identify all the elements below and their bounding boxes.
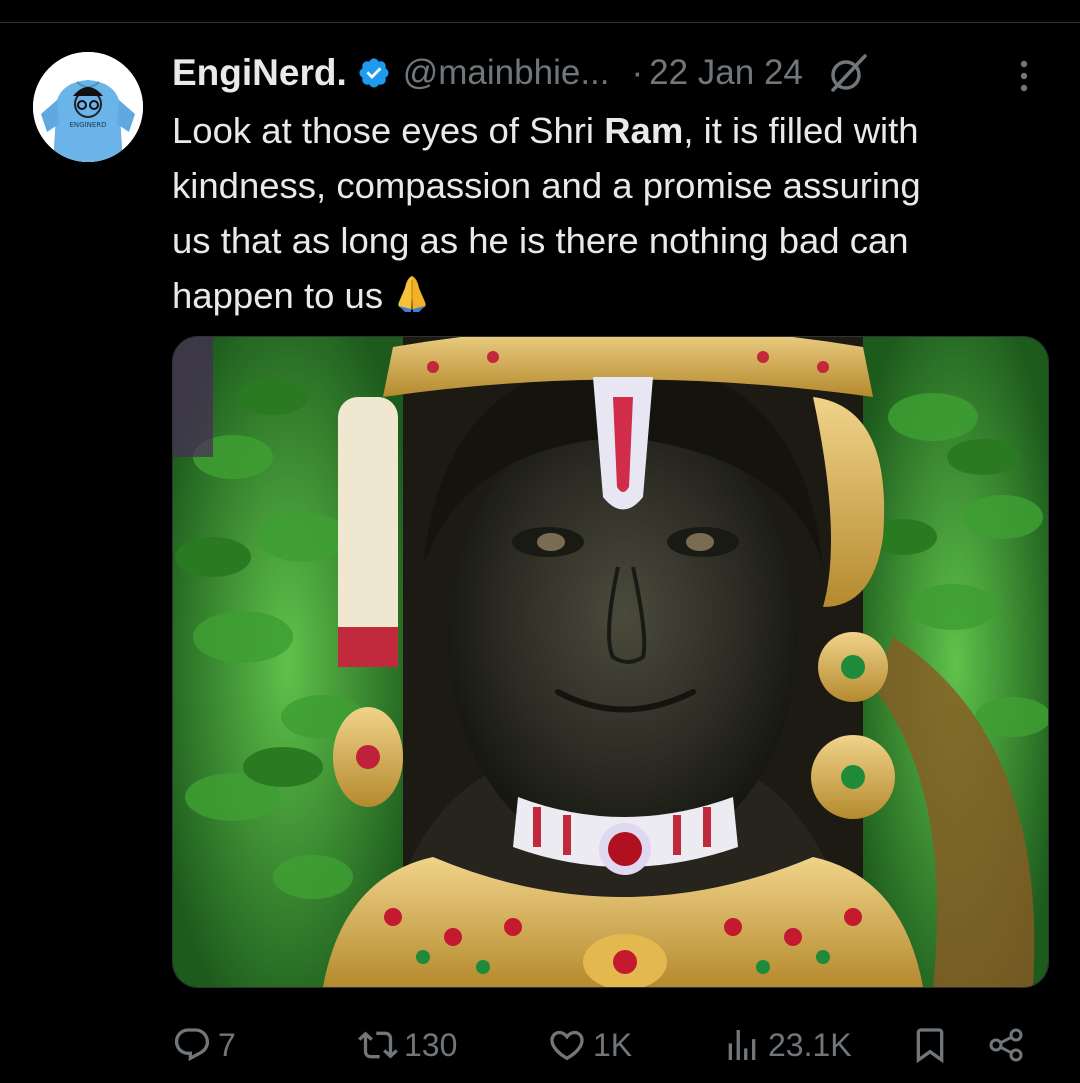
more-vertical-icon[interactable] bbox=[1014, 58, 1034, 94]
reply-button[interactable]: 7 bbox=[172, 1025, 236, 1065]
folded-hands-icon bbox=[398, 276, 426, 312]
tweet-text-segment: , it is filled with bbox=[683, 110, 919, 151]
bookmark-icon bbox=[916, 1028, 944, 1064]
tweet-text: Look at those eyes of Shri Ram, it is fi… bbox=[172, 103, 1052, 323]
avatar-image: ENGINERD bbox=[33, 52, 143, 162]
media-image bbox=[173, 337, 1048, 987]
tweet-header: EngiNerd. @mainbhie... · 22 Jan 24 bbox=[172, 48, 871, 98]
reply-count: 7 bbox=[218, 1026, 236, 1063]
tweet-text-segment: Look at those eyes of Shri bbox=[172, 110, 605, 151]
tweet-text-line-3: us that as long as he is there nothing b… bbox=[172, 220, 909, 261]
tweet-text-line-1: Look at those eyes of Shri Ram, it is fi… bbox=[172, 103, 1052, 158]
tweet-actions: 7 130 1K 23.1K bbox=[0, 1015, 1080, 1075]
tweet-text-segment: happen to us bbox=[172, 275, 384, 316]
reply-icon bbox=[174, 1028, 210, 1062]
repost-button[interactable]: 130 bbox=[358, 1025, 457, 1065]
tweet-text-bold: Ram bbox=[604, 110, 684, 151]
views-button[interactable]: 23.1K bbox=[722, 1025, 852, 1065]
top-divider bbox=[0, 22, 1080, 23]
handle[interactable]: @mainbhie... bbox=[403, 53, 610, 93]
heart-icon bbox=[550, 1030, 584, 1061]
repost-count: 130 bbox=[404, 1026, 458, 1063]
share-icon bbox=[989, 1028, 1023, 1062]
tweet-text-line-4: happen to us bbox=[172, 268, 1052, 323]
like-count: 1K bbox=[593, 1026, 633, 1063]
verified-badge-icon[interactable] bbox=[357, 56, 391, 90]
views-count: 23.1K bbox=[768, 1026, 852, 1063]
display-name[interactable]: EngiNerd. bbox=[172, 52, 347, 94]
avatar-text: ENGINERD bbox=[69, 121, 106, 129]
share-button[interactable] bbox=[986, 1025, 1026, 1070]
separator-dot: · bbox=[631, 53, 644, 92]
avatar[interactable]: ENGINERD bbox=[33, 52, 143, 162]
tweet-date[interactable]: 22 Jan 24 bbox=[649, 53, 803, 93]
repost-icon bbox=[358, 1031, 398, 1059]
views-icon bbox=[728, 1030, 756, 1060]
grok-icon[interactable] bbox=[825, 50, 871, 96]
like-button[interactable]: 1K bbox=[547, 1025, 632, 1065]
tweet-text-line-2: kindness, compassion and a promise assur… bbox=[172, 165, 921, 206]
bookmark-button[interactable] bbox=[910, 1025, 950, 1070]
tweet-media[interactable] bbox=[172, 336, 1049, 988]
